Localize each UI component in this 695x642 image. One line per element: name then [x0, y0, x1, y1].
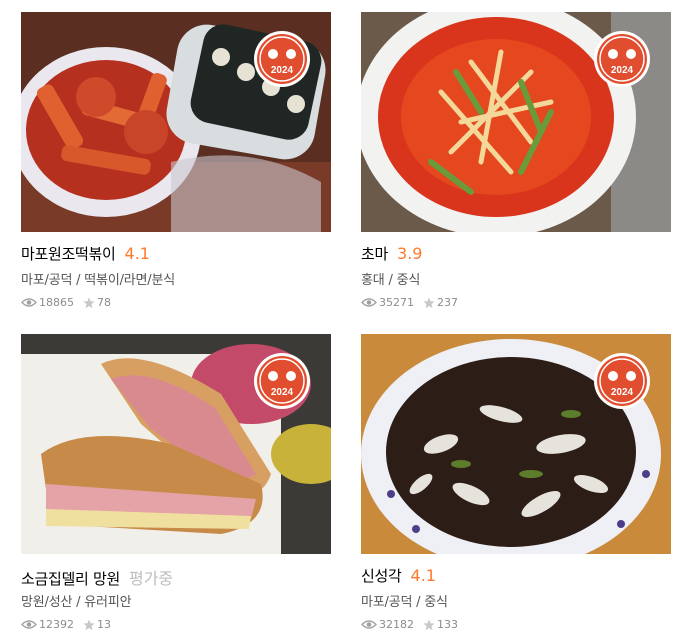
restaurant-name[interactable]: 마포원조떡볶이	[21, 243, 116, 264]
star-icon	[423, 619, 435, 631]
restaurant-stats: 12392 13	[21, 618, 331, 631]
badge-year-text: 2024	[271, 387, 294, 398]
review-count: 13	[97, 618, 111, 631]
review-count: 133	[437, 618, 458, 631]
award-2024-badge: 2024	[593, 352, 651, 410]
award-2024-badge: 2024	[593, 30, 651, 88]
restaurant-name[interactable]: 소금집델리 망원	[21, 568, 120, 589]
badge-year-text: 2024	[611, 387, 634, 398]
meta-separator: /	[388, 273, 397, 288]
restaurant-meta: 마포/공덕 / 떡볶이/라면/분식	[21, 269, 331, 288]
restaurant-meta: 마포/공덕 / 중식	[361, 591, 671, 610]
restaurant-card[interactable]: 2024 신성각 4.1 마포/공덕 / 중식 32182 133	[361, 334, 671, 631]
restaurant-photo[interactable]: 2024	[361, 334, 671, 554]
eye-icon	[361, 619, 377, 630]
restaurant-location: 마포/공덕	[21, 273, 73, 288]
restaurant-category: 유러피안	[84, 595, 132, 610]
review-count: 237	[437, 296, 458, 309]
restaurant-stats: 18865 78	[21, 296, 331, 309]
restaurant-category: 떡볶이/라면/분식	[84, 273, 175, 288]
award-badge-icon: 2024	[254, 31, 310, 87]
restaurant-name[interactable]: 초마	[361, 243, 388, 264]
star-icon	[83, 297, 95, 309]
eye-icon	[21, 297, 37, 308]
restaurant-rating: 4.1	[410, 566, 436, 585]
restaurant-photo[interactable]: 2024	[361, 12, 671, 232]
star-icon	[423, 297, 435, 309]
restaurant-location: 망원/성산	[21, 595, 73, 610]
view-count: 18865	[39, 296, 74, 309]
view-count: 12392	[39, 618, 74, 631]
restaurant-grid: 2024 마포원조떡볶이 4.1 마포/공덕 / 떡볶이/라면/분식 18865…	[0, 0, 695, 642]
view-count: 32182	[379, 618, 414, 631]
title-row: 초마 3.9	[361, 243, 671, 265]
award-2024-badge: 2024	[253, 30, 311, 88]
restaurant-rating: 4.1	[124, 244, 150, 263]
restaurant-meta: 망원/성산 / 유러피안	[21, 591, 331, 610]
restaurant-card[interactable]: 2024 마포원조떡볶이 4.1 마포/공덕 / 떡볶이/라면/분식 18865…	[21, 12, 331, 309]
restaurant-category: 중식	[396, 273, 421, 288]
eye-icon	[21, 619, 37, 630]
eye-icon	[361, 297, 377, 308]
restaurant-photo[interactable]: 2024	[21, 12, 331, 232]
award-badge-icon: 2024	[254, 353, 310, 409]
view-count: 35271	[379, 296, 414, 309]
restaurant-stats: 32182 133	[361, 618, 671, 631]
award-2024-badge: 2024	[253, 352, 311, 410]
restaurant-name[interactable]: 신성각	[361, 565, 402, 586]
award-badge-icon: 2024	[594, 353, 650, 409]
restaurant-rating: 평가중	[128, 569, 174, 588]
restaurant-photo[interactable]: 2024	[21, 334, 331, 554]
restaurant-location: 홍대	[361, 273, 385, 288]
restaurant-card[interactable]: 2024 초마 3.9 홍대 / 중식 35271 237	[361, 12, 671, 309]
title-row: 소금집델리 망원 평가중	[21, 565, 331, 589]
badge-year-text: 2024	[611, 65, 634, 76]
restaurant-stats: 35271 237	[361, 296, 671, 309]
title-row: 마포원조떡볶이 4.1	[21, 243, 331, 265]
award-badge-icon: 2024	[594, 31, 650, 87]
restaurant-rating: 3.9	[397, 244, 423, 263]
restaurant-location: 마포/공덕	[361, 595, 413, 610]
badge-year-text: 2024	[271, 65, 294, 76]
review-count: 78	[97, 296, 111, 309]
restaurant-card[interactable]: 2024 소금집델리 망원 평가중 망원/성산 / 유러피안 12392 13	[21, 334, 331, 631]
restaurant-meta: 홍대 / 중식	[361, 269, 671, 288]
title-row: 신성각 4.1	[361, 565, 671, 587]
star-icon	[83, 619, 95, 631]
restaurant-category: 중식	[424, 595, 448, 610]
